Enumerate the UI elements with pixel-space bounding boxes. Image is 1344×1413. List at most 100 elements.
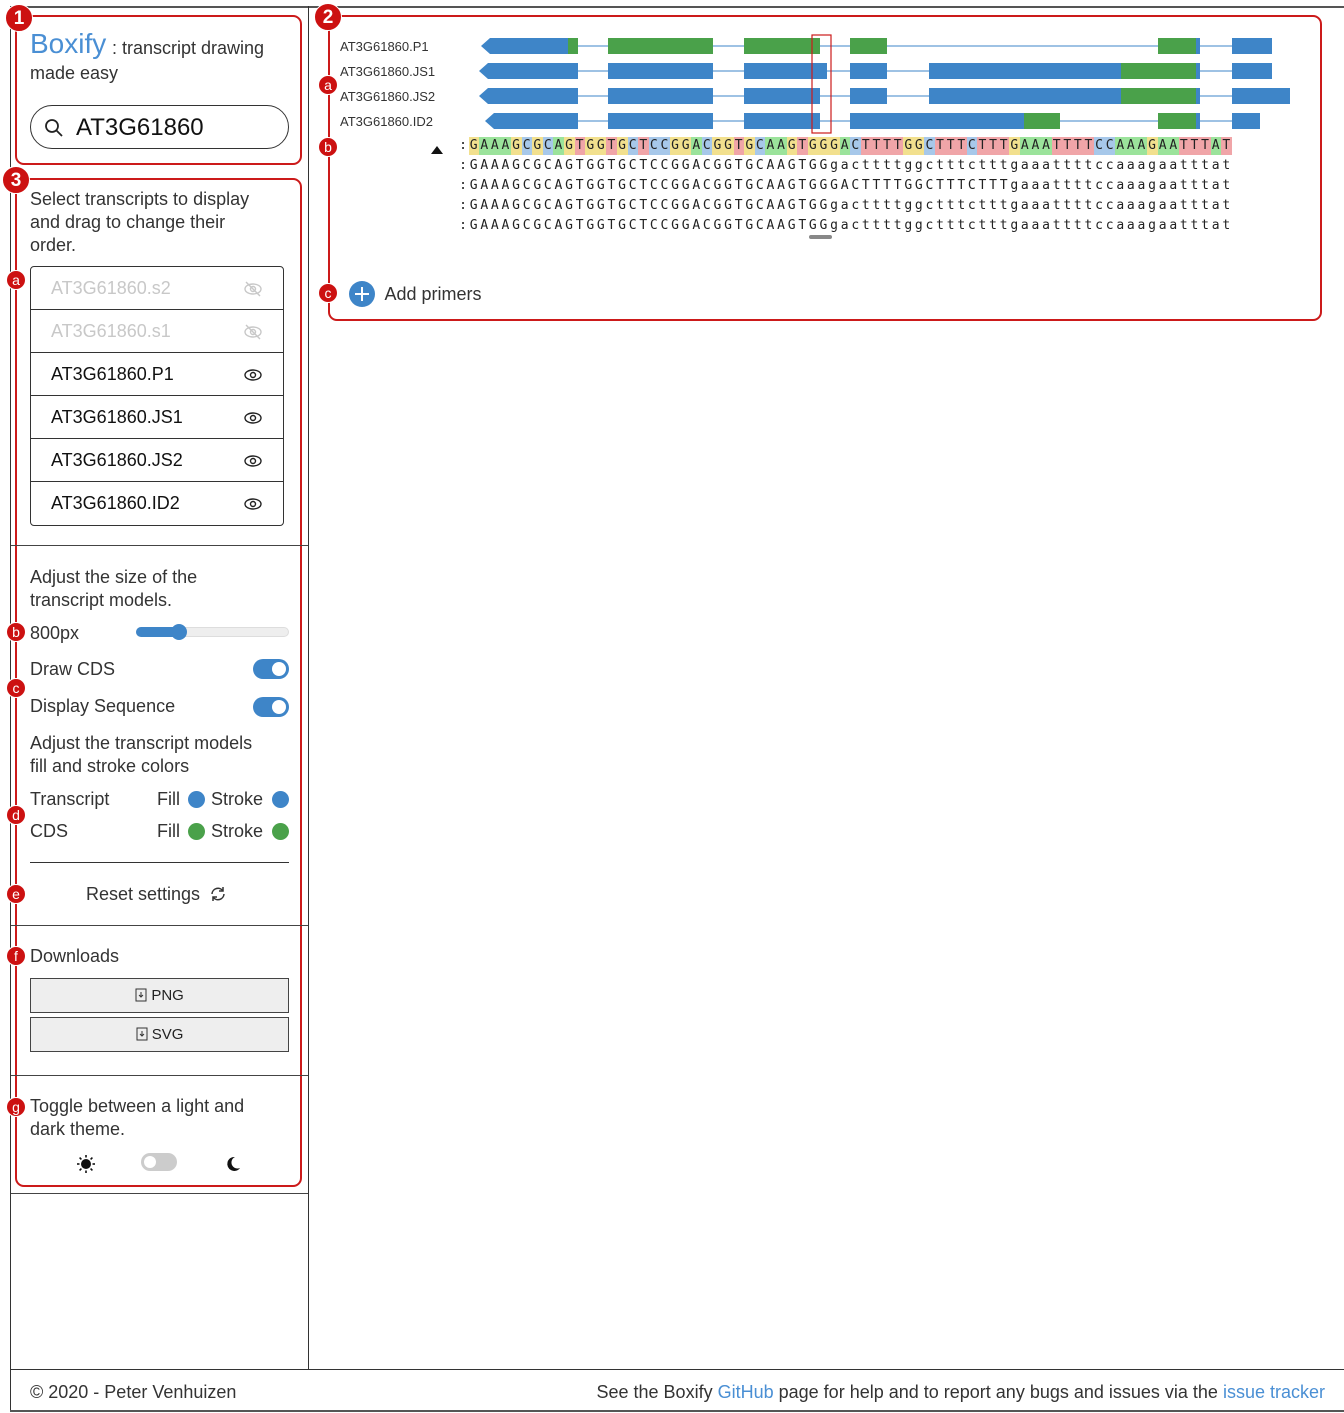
sequence-base: t	[936, 158, 945, 173]
search-input[interactable]: AT3G61860	[76, 114, 204, 142]
sequence-base: C	[659, 137, 670, 155]
slider-thumb[interactable]	[170, 624, 187, 640]
sequence-base: a	[1169, 218, 1178, 233]
draw-cds-label: Draw CDS	[30, 659, 116, 679]
app-tagline: : transcript drawing	[112, 38, 265, 58]
sub-marker-g: g	[6, 1097, 26, 1117]
github-link[interactable]: GitHub	[718, 1382, 774, 1402]
sequence-base: G	[904, 178, 913, 193]
theme-toggle[interactable]	[141, 1153, 177, 1171]
sidebar-border	[308, 6, 309, 1370]
sequence-base: G	[586, 218, 595, 233]
instructions-line: Adjust the transcript models	[30, 733, 253, 753]
theme-toggle-knob	[144, 1156, 156, 1168]
issue-tracker-link[interactable]: issue tracker	[1223, 1382, 1325, 1402]
transcript-item[interactable]: AT3G61860.JS1	[31, 396, 283, 439]
cds-fill-swatch[interactable]	[188, 823, 205, 840]
triangle-up-icon[interactable]	[430, 145, 444, 155]
sequence-base: c	[1095, 158, 1104, 173]
sub-marker-a: a	[318, 75, 338, 95]
sequence-base: A	[1168, 137, 1179, 155]
exon	[479, 63, 578, 79]
cds-stroke-swatch[interactable]	[272, 823, 289, 840]
eye-off-icon[interactable]	[243, 324, 263, 340]
size-slider[interactable]	[136, 624, 289, 640]
sequence-base: A	[480, 178, 489, 193]
instructions-line: and drag to change their	[30, 212, 226, 232]
sequence-base: t	[1179, 198, 1189, 213]
display-sequence-toggle[interactable]	[253, 697, 289, 717]
sub-marker-b: b	[6, 622, 26, 642]
sequence-base: G	[618, 198, 627, 213]
sequence-base: t	[1190, 198, 1199, 213]
sequence-base: T	[882, 137, 893, 155]
reset-settings-button[interactable]: Reset settings	[86, 883, 227, 907]
sequence-base: T	[1178, 137, 1190, 155]
sequence-base: C	[702, 158, 712, 173]
sequence-base: C	[628, 158, 638, 173]
sequence-base: A	[766, 198, 775, 213]
sequence-base: T	[797, 137, 808, 155]
svg-label: SVG	[151, 1026, 184, 1043]
sequence-base: C	[755, 158, 765, 173]
download-png-button[interactable]: PNG	[30, 978, 289, 1013]
sequence-base: C	[628, 218, 638, 233]
sequence-base: T	[1051, 137, 1063, 155]
eye-icon[interactable]	[243, 410, 263, 426]
sequence-base: G	[807, 137, 819, 155]
transcript-label: AT3G61860.JS2	[51, 450, 183, 470]
sequence-scroll-marker[interactable]	[809, 235, 832, 239]
sequence-base: a	[1020, 158, 1030, 173]
transcript-item[interactable]: AT3G61860.JS2	[31, 439, 283, 482]
instructions-line: Select transcripts to display	[30, 189, 250, 209]
sequence-base: C	[851, 178, 860, 193]
sequence-base: a	[1126, 178, 1136, 193]
exon	[744, 63, 827, 79]
colors-divider	[30, 862, 289, 863]
exon	[608, 113, 713, 129]
app-logo[interactable]: Boxify	[30, 28, 106, 60]
download-svg-button[interactable]: SVG	[30, 1017, 289, 1052]
sequence-base: t	[861, 158, 871, 173]
sequence-base: C	[543, 218, 553, 233]
sequence-base: T	[639, 218, 648, 233]
sequence-base: A	[766, 178, 775, 193]
sequence-base: g	[1010, 198, 1019, 213]
add-primers-button[interactable]: Add primers	[348, 280, 481, 308]
draw-cds-toggle[interactable]	[253, 659, 289, 679]
transcript-item[interactable]: AT3G61860.s1	[31, 310, 283, 353]
sequence-base: :	[459, 218, 468, 233]
sequence-base: g	[904, 198, 913, 213]
sequence-base: a	[1042, 158, 1051, 173]
exon	[608, 88, 713, 104]
eye-icon[interactable]	[243, 453, 263, 469]
sub-marker-a: a	[6, 270, 26, 290]
transcript-stroke-swatch[interactable]	[272, 791, 289, 808]
eye-icon[interactable]	[243, 367, 263, 383]
section-divider	[11, 545, 308, 546]
sequence-base: a	[1137, 158, 1146, 173]
sub-marker-d: d	[6, 805, 26, 825]
sequence-base: a	[1137, 218, 1146, 233]
sequence-base: g	[1010, 178, 1019, 193]
sequence-base: c	[1095, 198, 1104, 213]
cds-fill-label: Fill	[157, 821, 180, 841]
sequence-base: C	[660, 158, 669, 173]
transcript-item[interactable]: AT3G61860.s2	[31, 267, 283, 310]
sequence-base: A	[1210, 137, 1222, 155]
transcript-item[interactable]: AT3G61860.ID2	[31, 482, 283, 525]
exon	[485, 113, 578, 129]
footer-help-prefix: See the Boxify	[596, 1382, 713, 1402]
transcript-item[interactable]: AT3G61860.P1	[31, 353, 283, 396]
transcript-instructions: Select transcripts to display and drag t…	[30, 188, 249, 257]
transcript-fill-swatch[interactable]	[188, 791, 205, 808]
sequence-base: T	[998, 137, 1010, 155]
eye-icon[interactable]	[243, 496, 263, 512]
transcript-label: AT3G61860.JS1	[51, 407, 183, 427]
sequence-base: t	[1052, 198, 1062, 213]
sequence-base: A	[692, 198, 701, 213]
sequence-base: G	[914, 178, 924, 193]
eye-off-icon[interactable]	[243, 281, 263, 297]
sequence-base: G	[617, 137, 628, 155]
sequence-base: A	[692, 178, 701, 193]
